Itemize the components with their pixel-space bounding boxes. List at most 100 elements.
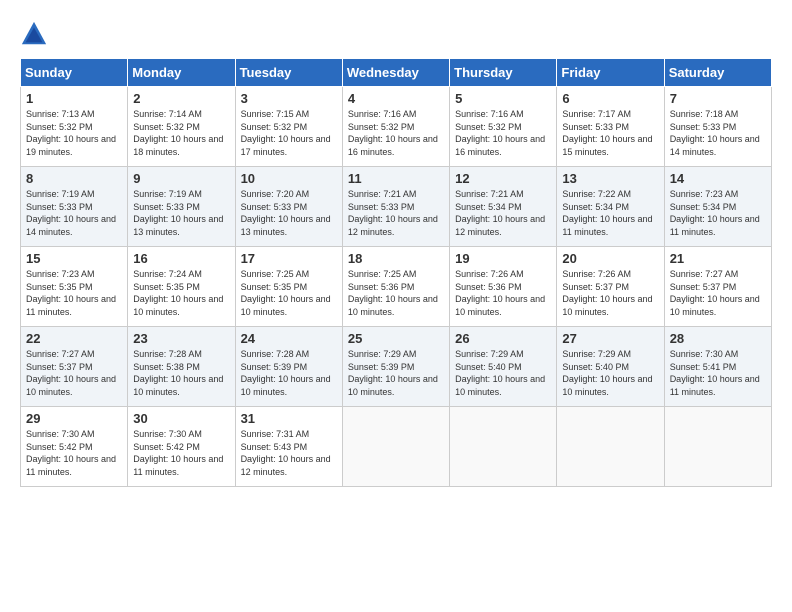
day-number: 26: [455, 331, 551, 346]
page-header: [20, 20, 772, 48]
day-number: 15: [26, 251, 122, 266]
day-info: Sunrise: 7:25 AM Sunset: 5:35 PM Dayligh…: [241, 268, 337, 318]
day-info: Sunrise: 7:27 AM Sunset: 5:37 PM Dayligh…: [26, 348, 122, 398]
calendar-cell: 14 Sunrise: 7:23 AM Sunset: 5:34 PM Dayl…: [664, 167, 771, 247]
calendar-cell: 8 Sunrise: 7:19 AM Sunset: 5:33 PM Dayli…: [21, 167, 128, 247]
day-info: Sunrise: 7:25 AM Sunset: 5:36 PM Dayligh…: [348, 268, 444, 318]
calendar-cell: 4 Sunrise: 7:16 AM Sunset: 5:32 PM Dayli…: [342, 87, 449, 167]
day-info: Sunrise: 7:19 AM Sunset: 5:33 PM Dayligh…: [26, 188, 122, 238]
day-info: Sunrise: 7:19 AM Sunset: 5:33 PM Dayligh…: [133, 188, 229, 238]
calendar-cell: 13 Sunrise: 7:22 AM Sunset: 5:34 PM Dayl…: [557, 167, 664, 247]
day-info: Sunrise: 7:23 AM Sunset: 5:34 PM Dayligh…: [670, 188, 766, 238]
day-info: Sunrise: 7:16 AM Sunset: 5:32 PM Dayligh…: [455, 108, 551, 158]
calendar: SundayMondayTuesdayWednesdayThursdayFrid…: [20, 58, 772, 487]
day-info: Sunrise: 7:23 AM Sunset: 5:35 PM Dayligh…: [26, 268, 122, 318]
calendar-cell: 28 Sunrise: 7:30 AM Sunset: 5:41 PM Dayl…: [664, 327, 771, 407]
day-info: Sunrise: 7:31 AM Sunset: 5:43 PM Dayligh…: [241, 428, 337, 478]
day-number: 5: [455, 91, 551, 106]
day-number: 30: [133, 411, 229, 426]
day-number: 2: [133, 91, 229, 106]
calendar-cell: 12 Sunrise: 7:21 AM Sunset: 5:34 PM Dayl…: [450, 167, 557, 247]
day-info: Sunrise: 7:30 AM Sunset: 5:42 PM Dayligh…: [133, 428, 229, 478]
day-info: Sunrise: 7:24 AM Sunset: 5:35 PM Dayligh…: [133, 268, 229, 318]
day-info: Sunrise: 7:26 AM Sunset: 5:36 PM Dayligh…: [455, 268, 551, 318]
calendar-cell: 30 Sunrise: 7:30 AM Sunset: 5:42 PM Dayl…: [128, 407, 235, 487]
calendar-cell: 11 Sunrise: 7:21 AM Sunset: 5:33 PM Dayl…: [342, 167, 449, 247]
calendar-cell: [664, 407, 771, 487]
day-number: 10: [241, 171, 337, 186]
calendar-cell: 23 Sunrise: 7:28 AM Sunset: 5:38 PM Dayl…: [128, 327, 235, 407]
logo-icon: [20, 20, 48, 48]
calendar-week-2: 8 Sunrise: 7:19 AM Sunset: 5:33 PM Dayli…: [21, 167, 772, 247]
day-info: Sunrise: 7:14 AM Sunset: 5:32 PM Dayligh…: [133, 108, 229, 158]
calendar-cell: 18 Sunrise: 7:25 AM Sunset: 5:36 PM Dayl…: [342, 247, 449, 327]
day-info: Sunrise: 7:28 AM Sunset: 5:38 PM Dayligh…: [133, 348, 229, 398]
day-number: 14: [670, 171, 766, 186]
day-info: Sunrise: 7:29 AM Sunset: 5:39 PM Dayligh…: [348, 348, 444, 398]
calendar-cell: 9 Sunrise: 7:19 AM Sunset: 5:33 PM Dayli…: [128, 167, 235, 247]
header-tuesday: Tuesday: [235, 59, 342, 87]
calendar-cell: [450, 407, 557, 487]
calendar-cell: 20 Sunrise: 7:26 AM Sunset: 5:37 PM Dayl…: [557, 247, 664, 327]
day-number: 18: [348, 251, 444, 266]
header-wednesday: Wednesday: [342, 59, 449, 87]
header-thursday: Thursday: [450, 59, 557, 87]
day-info: Sunrise: 7:27 AM Sunset: 5:37 PM Dayligh…: [670, 268, 766, 318]
day-number: 6: [562, 91, 658, 106]
calendar-week-3: 15 Sunrise: 7:23 AM Sunset: 5:35 PM Dayl…: [21, 247, 772, 327]
day-number: 24: [241, 331, 337, 346]
day-info: Sunrise: 7:30 AM Sunset: 5:42 PM Dayligh…: [26, 428, 122, 478]
header-sunday: Sunday: [21, 59, 128, 87]
day-number: 28: [670, 331, 766, 346]
day-number: 7: [670, 91, 766, 106]
calendar-cell: 10 Sunrise: 7:20 AM Sunset: 5:33 PM Dayl…: [235, 167, 342, 247]
calendar-header-row: SundayMondayTuesdayWednesdayThursdayFrid…: [21, 59, 772, 87]
calendar-cell: 26 Sunrise: 7:29 AM Sunset: 5:40 PM Dayl…: [450, 327, 557, 407]
header-saturday: Saturday: [664, 59, 771, 87]
day-number: 4: [348, 91, 444, 106]
day-info: Sunrise: 7:13 AM Sunset: 5:32 PM Dayligh…: [26, 108, 122, 158]
day-number: 9: [133, 171, 229, 186]
calendar-cell: 27 Sunrise: 7:29 AM Sunset: 5:40 PM Dayl…: [557, 327, 664, 407]
day-number: 31: [241, 411, 337, 426]
calendar-cell: 22 Sunrise: 7:27 AM Sunset: 5:37 PM Dayl…: [21, 327, 128, 407]
day-info: Sunrise: 7:29 AM Sunset: 5:40 PM Dayligh…: [562, 348, 658, 398]
logo: [20, 20, 52, 48]
day-number: 19: [455, 251, 551, 266]
calendar-cell: 25 Sunrise: 7:29 AM Sunset: 5:39 PM Dayl…: [342, 327, 449, 407]
day-number: 16: [133, 251, 229, 266]
day-info: Sunrise: 7:28 AM Sunset: 5:39 PM Dayligh…: [241, 348, 337, 398]
day-number: 29: [26, 411, 122, 426]
calendar-cell: 15 Sunrise: 7:23 AM Sunset: 5:35 PM Dayl…: [21, 247, 128, 327]
calendar-cell: 21 Sunrise: 7:27 AM Sunset: 5:37 PM Dayl…: [664, 247, 771, 327]
day-info: Sunrise: 7:20 AM Sunset: 5:33 PM Dayligh…: [241, 188, 337, 238]
day-info: Sunrise: 7:30 AM Sunset: 5:41 PM Dayligh…: [670, 348, 766, 398]
calendar-cell: 16 Sunrise: 7:24 AM Sunset: 5:35 PM Dayl…: [128, 247, 235, 327]
calendar-cell: 24 Sunrise: 7:28 AM Sunset: 5:39 PM Dayl…: [235, 327, 342, 407]
day-info: Sunrise: 7:21 AM Sunset: 5:33 PM Dayligh…: [348, 188, 444, 238]
calendar-cell: [342, 407, 449, 487]
day-info: Sunrise: 7:18 AM Sunset: 5:33 PM Dayligh…: [670, 108, 766, 158]
day-number: 25: [348, 331, 444, 346]
day-number: 22: [26, 331, 122, 346]
day-number: 20: [562, 251, 658, 266]
day-number: 3: [241, 91, 337, 106]
day-number: 23: [133, 331, 229, 346]
calendar-cell: 31 Sunrise: 7:31 AM Sunset: 5:43 PM Dayl…: [235, 407, 342, 487]
calendar-cell: 1 Sunrise: 7:13 AM Sunset: 5:32 PM Dayli…: [21, 87, 128, 167]
calendar-cell: [557, 407, 664, 487]
day-number: 13: [562, 171, 658, 186]
day-info: Sunrise: 7:26 AM Sunset: 5:37 PM Dayligh…: [562, 268, 658, 318]
calendar-week-4: 22 Sunrise: 7:27 AM Sunset: 5:37 PM Dayl…: [21, 327, 772, 407]
day-info: Sunrise: 7:21 AM Sunset: 5:34 PM Dayligh…: [455, 188, 551, 238]
day-info: Sunrise: 7:17 AM Sunset: 5:33 PM Dayligh…: [562, 108, 658, 158]
day-number: 8: [26, 171, 122, 186]
calendar-cell: 7 Sunrise: 7:18 AM Sunset: 5:33 PM Dayli…: [664, 87, 771, 167]
calendar-cell: 17 Sunrise: 7:25 AM Sunset: 5:35 PM Dayl…: [235, 247, 342, 327]
header-friday: Friday: [557, 59, 664, 87]
day-number: 17: [241, 251, 337, 266]
day-number: 21: [670, 251, 766, 266]
calendar-week-5: 29 Sunrise: 7:30 AM Sunset: 5:42 PM Dayl…: [21, 407, 772, 487]
calendar-cell: 29 Sunrise: 7:30 AM Sunset: 5:42 PM Dayl…: [21, 407, 128, 487]
day-number: 11: [348, 171, 444, 186]
